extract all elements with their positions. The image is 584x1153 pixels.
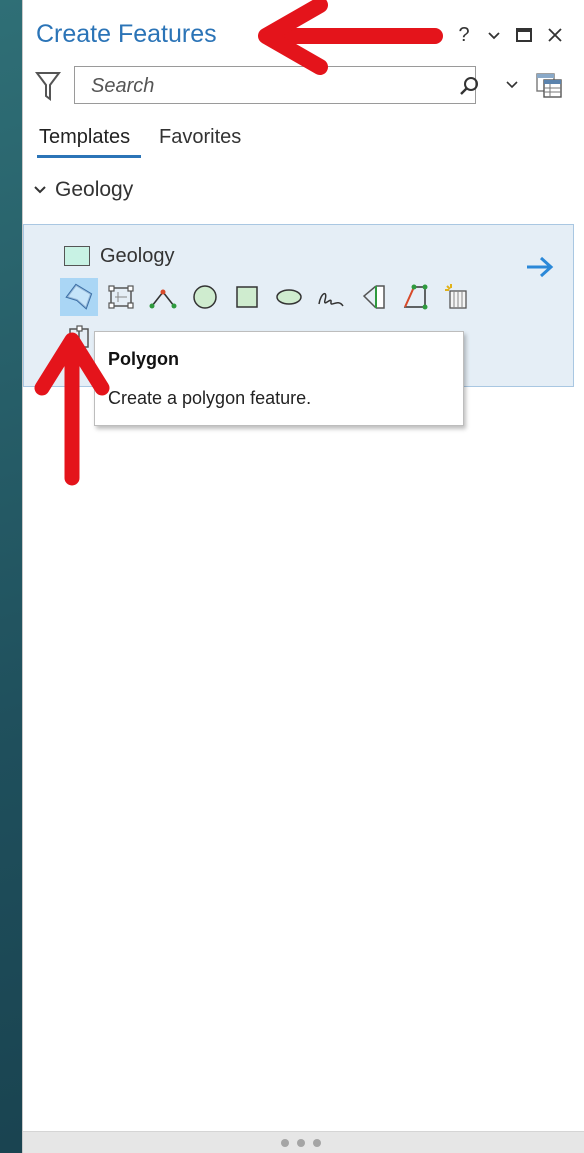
search-input[interactable]: [89, 73, 453, 99]
maximize-button[interactable]: [513, 22, 535, 48]
close-button[interactable]: [544, 22, 566, 48]
freehand-tool-button[interactable]: [312, 278, 350, 316]
template-table-icon[interactable]: [536, 71, 562, 99]
template-swatch: [64, 246, 90, 266]
options-dropdown-button[interactable]: [483, 22, 505, 48]
autocomplete-polygon-button[interactable]: [354, 278, 392, 316]
right-angle-polygon-button[interactable]: [396, 278, 434, 316]
trace-polygon-button[interactable]: [438, 278, 476, 316]
chevron-down-icon[interactable]: [505, 79, 519, 91]
help-button[interactable]: ?: [453, 22, 475, 48]
ellipse-tool-button[interactable]: [270, 278, 308, 316]
tab-favorites[interactable]: Favorites: [159, 126, 241, 149]
pane-bottom-bar: [23, 1131, 584, 1153]
ellipse-tool-icon: [276, 289, 302, 305]
more-options-icon[interactable]: [277, 1137, 327, 1149]
triangle-tool-button[interactable]: [144, 278, 182, 316]
split-polygon-button[interactable]: [60, 319, 98, 357]
split-polygon-icon: [69, 325, 89, 348]
square-tool-icon: [236, 286, 258, 308]
freehand-tool-icon: [318, 292, 344, 307]
polygon-tool-button[interactable]: [60, 278, 98, 316]
maximize-icon: [516, 28, 532, 42]
circle-tool-button[interactable]: [186, 278, 224, 316]
tab-templates[interactable]: Templates: [39, 126, 130, 149]
chevron-down-icon: [488, 32, 500, 40]
pane-title: Create Features: [36, 20, 217, 48]
square-tool-button[interactable]: [228, 278, 266, 316]
trace-polygon-icon: [445, 284, 467, 309]
search-row: [23, 66, 584, 110]
arrow-right-icon[interactable]: [524, 253, 556, 281]
circle-tool-icon: [193, 285, 217, 309]
rectangle-tool-button[interactable]: [102, 278, 140, 316]
triangle-tool-icon: [149, 289, 177, 309]
polygon-tooltip: Polygon Create a polygon feature.: [94, 331, 464, 426]
filter-icon[interactable]: [35, 70, 61, 102]
pane-title-bar: Create Features ?: [23, 0, 584, 68]
group-label: Geology: [55, 178, 134, 201]
close-icon: [548, 28, 562, 42]
search-icon[interactable]: [459, 75, 481, 97]
active-tab-indicator: [37, 155, 141, 158]
polygon-tool-icon: [65, 283, 93, 310]
right-angle-polygon-icon: [403, 284, 428, 310]
pane-tabs: Templates Favorites: [23, 120, 584, 164]
tooltip-description: Create a polygon feature.: [108, 388, 312, 408]
template-name: Geology: [100, 245, 175, 267]
search-box[interactable]: [74, 66, 518, 104]
chevron-down-icon[interactable]: [33, 184, 47, 196]
tooltip-title: Polygon: [108, 349, 179, 369]
autocomplete-polygon-icon: [362, 285, 385, 309]
create-features-pane: Create Features ? Search Templates Favor…: [22, 0, 584, 1153]
rectangle-tool-icon: [108, 285, 134, 309]
